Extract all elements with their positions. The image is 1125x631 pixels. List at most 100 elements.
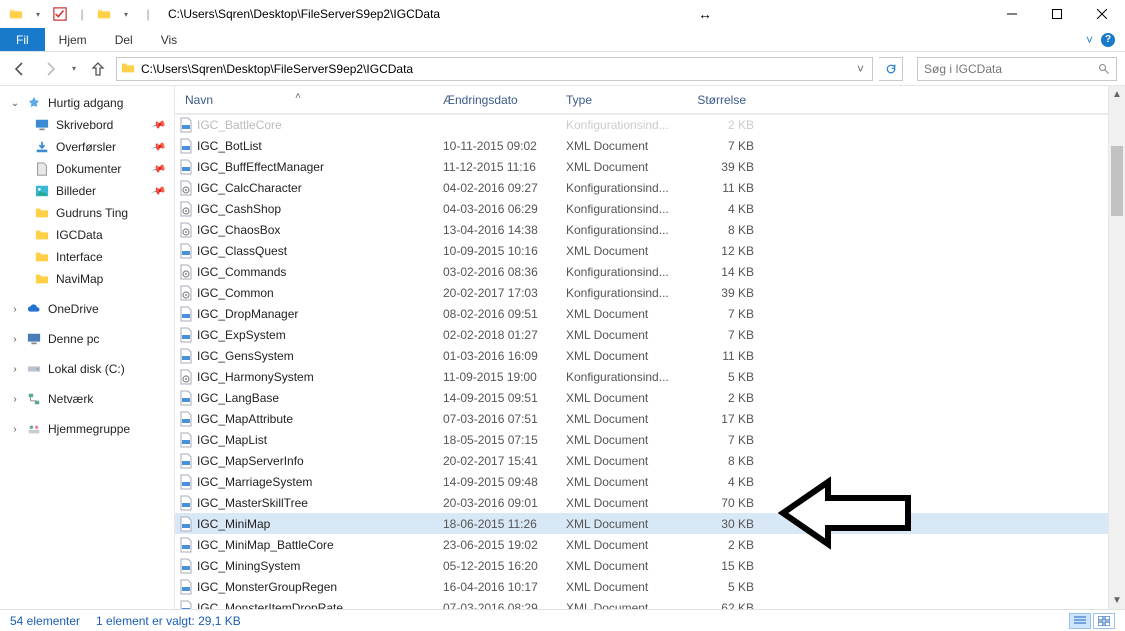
- up-button[interactable]: [86, 57, 110, 81]
- homegroup[interactable]: › Hjemmegruppe: [0, 418, 174, 440]
- file-name: IGC_HarmonySystem: [197, 370, 433, 384]
- table-row[interactable]: IGC_MiniMap18-06-2015 11:26XML Document3…: [175, 513, 1108, 534]
- address-bar[interactable]: ˅: [116, 57, 873, 81]
- search-box[interactable]: [917, 57, 1117, 81]
- table-row[interactable]: IGC_DropManager08-02-2016 09:51XML Docum…: [175, 303, 1108, 324]
- onedrive[interactable]: › OneDrive: [0, 298, 174, 320]
- sidebar-item[interactable]: Interface: [0, 246, 174, 268]
- chevron-down-icon[interactable]: ˅: [853, 62, 868, 76]
- table-row[interactable]: IGC_GensSystem01-03-2016 16:09XML Docume…: [175, 345, 1108, 366]
- ribbon: Fil Hjem Del Vis ˅ ?: [0, 28, 1125, 52]
- scroll-up-icon[interactable]: ▲: [1109, 86, 1125, 103]
- chevron-right-icon[interactable]: ›: [10, 364, 20, 375]
- table-row[interactable]: IGC_ClassQuest10-09-2015 10:16XML Docume…: [175, 240, 1108, 261]
- table-row[interactable]: IGC_BattleCoreKonfigurationsind...2 KB: [175, 114, 1108, 135]
- minimize-button[interactable]: [990, 0, 1035, 28]
- file-name: IGC_CashShop: [197, 202, 433, 216]
- qat-dropdown-icon[interactable]: ▾: [30, 6, 46, 22]
- table-row[interactable]: IGC_MiniMap_BattleCore23-06-2015 19:02XM…: [175, 534, 1108, 555]
- file-type: XML Document: [556, 412, 676, 426]
- table-row[interactable]: IGC_MapServerInfo20-02-2017 15:41XML Doc…: [175, 450, 1108, 471]
- table-row[interactable]: IGC_MonsterItemDropRate07-03-2016 08:29X…: [175, 597, 1108, 609]
- table-row[interactable]: IGC_Commands03-02-2016 08:36Konfiguratio…: [175, 261, 1108, 282]
- column-size[interactable]: Størrelse: [676, 93, 756, 107]
- checkbox-icon[interactable]: [52, 6, 68, 22]
- file-type: XML Document: [556, 244, 676, 258]
- forward-button[interactable]: [38, 57, 62, 81]
- pin-icon: 📌: [150, 117, 166, 133]
- file-name: IGC_Commands: [197, 265, 433, 279]
- file-icon: [175, 201, 197, 217]
- table-row[interactable]: IGC_BuffEffectManager11-12-2015 11:16XML…: [175, 156, 1108, 177]
- sidebar-item[interactable]: Skrivebord📌: [0, 114, 174, 136]
- file-name: IGC_MonsterGroupRegen: [197, 580, 433, 594]
- table-row[interactable]: IGC_ExpSystem02-02-2018 01:27XML Documen…: [175, 324, 1108, 345]
- help-icon[interactable]: ?: [1101, 33, 1115, 47]
- view-details-button[interactable]: [1069, 613, 1091, 629]
- table-row[interactable]: IGC_LangBase14-09-2015 09:51XML Document…: [175, 387, 1108, 408]
- recent-dropdown[interactable]: ▾: [68, 57, 80, 81]
- refresh-button[interactable]: [879, 57, 903, 81]
- folder-icon: [121, 61, 137, 77]
- this-pc[interactable]: › Denne pc: [0, 328, 174, 350]
- column-date[interactable]: Ændringsdato: [433, 93, 556, 107]
- file-type: XML Document: [556, 433, 676, 447]
- tab-view[interactable]: Vis: [147, 28, 191, 51]
- table-row[interactable]: IGC_MiningSystem05-12-2015 16:20XML Docu…: [175, 555, 1108, 576]
- search-input[interactable]: [924, 62, 1098, 76]
- close-button[interactable]: [1080, 0, 1125, 28]
- sidebar-item[interactable]: Gudruns Ting: [0, 202, 174, 224]
- chevron-right-icon[interactable]: ›: [10, 424, 20, 435]
- file-tab[interactable]: Fil: [0, 28, 45, 51]
- ribbon-collapse-icon[interactable]: ˅: [1086, 33, 1093, 47]
- drive-icon: [26, 361, 42, 377]
- sidebar-item[interactable]: Dokumenter📌: [0, 158, 174, 180]
- local-disk[interactable]: › Lokal disk (C:): [0, 358, 174, 380]
- table-row[interactable]: IGC_MapList18-05-2015 07:15XML Document7…: [175, 429, 1108, 450]
- scroll-down-icon[interactable]: ▼: [1109, 592, 1125, 609]
- file-type: XML Document: [556, 496, 676, 510]
- sidebar-item[interactable]: Overførsler 📌: [0, 136, 174, 158]
- file-size: 30 KB: [676, 517, 754, 531]
- vertical-scrollbar[interactable]: ▲ ▼: [1108, 86, 1125, 609]
- network[interactable]: › Netværk: [0, 388, 174, 410]
- table-row[interactable]: IGC_ChaosBox13-04-2016 14:38Konfiguratio…: [175, 219, 1108, 240]
- file-icon: [175, 285, 197, 301]
- file-date: 23-06-2015 19:02: [433, 538, 556, 552]
- qat-dropdown-icon[interactable]: ▾: [118, 6, 134, 22]
- file-name: IGC_MapList: [197, 433, 433, 447]
- table-row[interactable]: IGC_MarriageSystem14-09-2015 09:48XML Do…: [175, 471, 1108, 492]
- column-type[interactable]: Type: [556, 93, 676, 107]
- table-row[interactable]: IGC_MapAttribute07-03-2016 07:51XML Docu…: [175, 408, 1108, 429]
- tab-home[interactable]: Hjem: [45, 28, 101, 51]
- tab-share[interactable]: Del: [101, 28, 147, 51]
- file-icon: [175, 453, 197, 469]
- maximize-button[interactable]: [1035, 0, 1080, 28]
- sidebar-item[interactable]: IGCData: [0, 224, 174, 246]
- pin-icon: 📌: [150, 139, 166, 155]
- chevron-right-icon[interactable]: ›: [10, 394, 20, 405]
- sidebar-item-label: Overførsler: [56, 140, 116, 154]
- file-name: IGC_ClassQuest: [197, 244, 433, 258]
- table-row[interactable]: IGC_BotList10-11-2015 09:02XML Document7…: [175, 135, 1108, 156]
- back-button[interactable]: [8, 57, 32, 81]
- chevron-down-icon[interactable]: ⌄: [10, 98, 20, 109]
- sidebar-item[interactable]: Billeder📌: [0, 180, 174, 202]
- chevron-right-icon[interactable]: ›: [10, 334, 20, 345]
- address-input[interactable]: [141, 62, 853, 76]
- table-row[interactable]: IGC_CashShop04-03-2016 06:29Konfiguratio…: [175, 198, 1108, 219]
- sidebar-item[interactable]: NaviMap: [0, 268, 174, 290]
- column-headers: Navn˄ Ændringsdato Type Størrelse: [175, 86, 1108, 114]
- scroll-thumb[interactable]: [1111, 146, 1123, 216]
- table-row[interactable]: IGC_Common20-02-2017 17:03Konfigurations…: [175, 282, 1108, 303]
- sidebar-item-label: Gudruns Ting: [56, 206, 128, 220]
- column-name[interactable]: Navn˄: [175, 93, 433, 107]
- table-row[interactable]: IGC_HarmonySystem11-09-2015 19:00Konfigu…: [175, 366, 1108, 387]
- view-icons-button[interactable]: [1093, 613, 1115, 629]
- table-row[interactable]: IGC_MonsterGroupRegen16-04-2016 10:17XML…: [175, 576, 1108, 597]
- table-row[interactable]: IGC_CalcCharacter04-02-2016 09:27Konfigu…: [175, 177, 1108, 198]
- star-icon: [26, 95, 42, 111]
- table-row[interactable]: IGC_MasterSkillTree20-03-2016 09:01XML D…: [175, 492, 1108, 513]
- quick-access[interactable]: ⌄ Hurtig adgang: [0, 92, 174, 114]
- chevron-right-icon[interactable]: ›: [10, 304, 20, 315]
